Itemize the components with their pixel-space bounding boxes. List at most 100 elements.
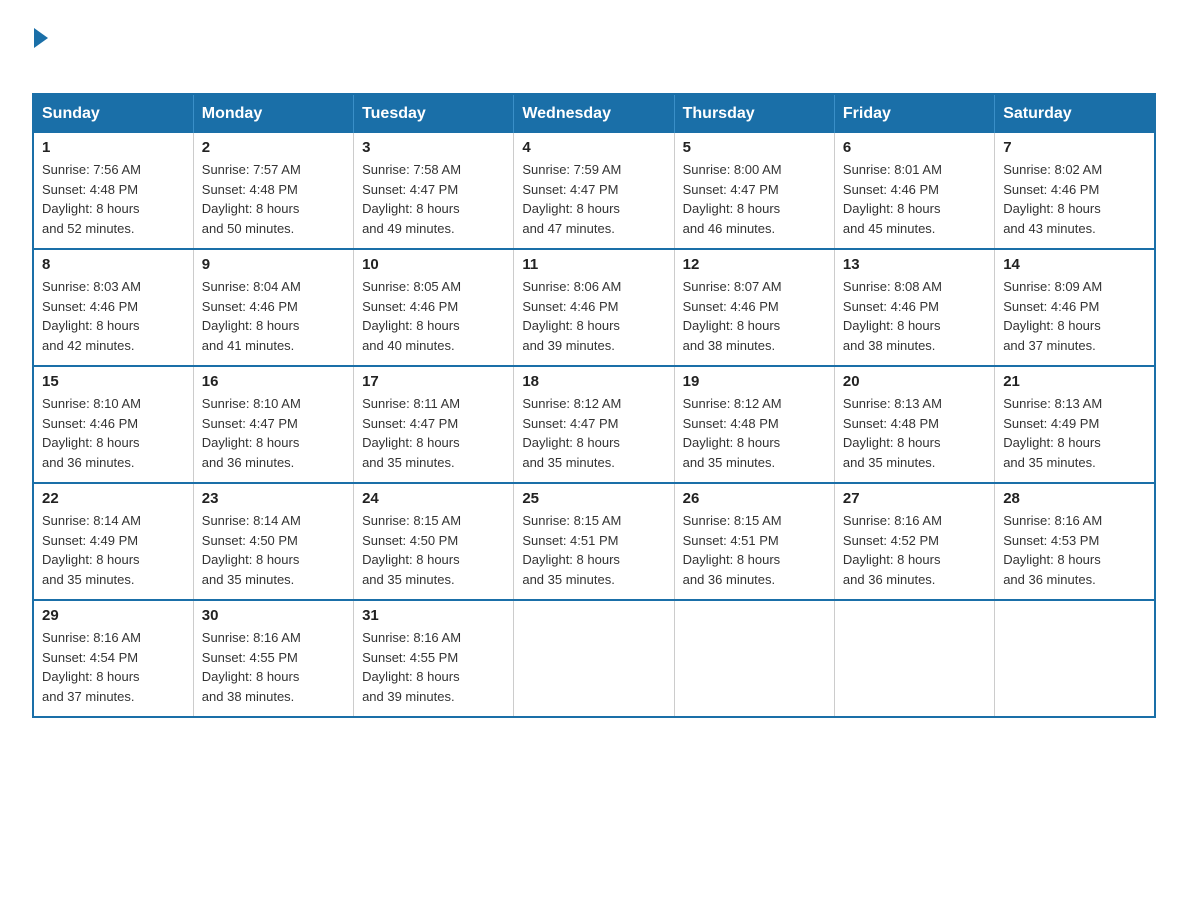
day-number: 7: [1003, 139, 1146, 156]
day-info: Sunrise: 8:16 AMSunset: 4:55 PMDaylight:…: [202, 628, 345, 706]
day-number: 17: [362, 373, 505, 390]
day-info: Sunrise: 8:09 AMSunset: 4:46 PMDaylight:…: [1003, 277, 1146, 355]
day-number: 19: [683, 373, 826, 390]
day-info: Sunrise: 8:15 AMSunset: 4:50 PMDaylight:…: [362, 511, 505, 589]
calendar-cell: 5Sunrise: 8:00 AMSunset: 4:47 PMDaylight…: [674, 133, 834, 249]
calendar-cell: 6 Sunrise: 8:01 AMSunset: 4:46 PMDaylight…: [834, 133, 994, 249]
calendar-cell: 3 Sunrise: 7:58 AMSunset: 4:47 PMDaylight…: [354, 133, 514, 249]
day-info: Sunrise: 8:15 AMSunset: 4:51 PMDaylight:…: [683, 511, 826, 589]
day-number: 13: [843, 256, 986, 273]
day-number: 30: [202, 607, 345, 624]
day-number: 31: [362, 607, 505, 624]
day-info: Sunrise: 8:00 AMSunset: 4:47 PMDaylight:…: [683, 160, 826, 238]
calendar-cell: 22 Sunrise: 8:14 AMSunset: 4:49 PMDayligh…: [33, 483, 193, 600]
day-number: 14: [1003, 256, 1146, 273]
day-number: 27: [843, 490, 986, 507]
calendar-cell: 20 Sunrise: 8:13 AMSunset: 4:48 PMDayligh…: [834, 366, 994, 483]
day-number: 21: [1003, 373, 1146, 390]
day-info: Sunrise: 8:13 AMSunset: 4:49 PMDaylight:…: [1003, 394, 1146, 472]
calendar-cell: [514, 600, 674, 717]
day-number: 16: [202, 373, 345, 390]
day-info: Sunrise: 8:01 AMSunset: 4:46 PMDaylight:…: [843, 160, 986, 238]
day-info: Sunrise: 8:16 AMSunset: 4:55 PMDaylight:…: [362, 628, 505, 706]
calendar-cell: [674, 600, 834, 717]
calendar-header-row: SundayMondayTuesdayWednesdayThursdayFrid…: [33, 94, 1155, 133]
day-info: Sunrise: 8:08 AMSunset: 4:46 PMDaylight:…: [843, 277, 986, 355]
day-info: Sunrise: 8:14 AMSunset: 4:49 PMDaylight:…: [42, 511, 185, 589]
day-info: Sunrise: 8:10 AMSunset: 4:47 PMDaylight:…: [202, 394, 345, 472]
day-info: Sunrise: 8:16 AMSunset: 4:52 PMDaylight:…: [843, 511, 986, 589]
day-info: Sunrise: 8:05 AMSunset: 4:46 PMDaylight:…: [362, 277, 505, 355]
day-number: 22: [42, 490, 185, 507]
calendar-cell: 12 Sunrise: 8:07 AMSunset: 4:46 PMDayligh…: [674, 249, 834, 366]
calendar-cell: 13 Sunrise: 8:08 AMSunset: 4:46 PMDayligh…: [834, 249, 994, 366]
day-info: Sunrise: 8:11 AMSunset: 4:47 PMDaylight:…: [362, 394, 505, 472]
calendar-cell: 16 Sunrise: 8:10 AMSunset: 4:47 PMDayligh…: [193, 366, 353, 483]
calendar-cell: 1 Sunrise: 7:56 AMSunset: 4:48 PMDaylight…: [33, 133, 193, 249]
day-info: Sunrise: 7:57 AMSunset: 4:48 PMDaylight:…: [202, 160, 345, 238]
page-header: [32, 24, 1156, 75]
calendar-cell: 27 Sunrise: 8:16 AMSunset: 4:52 PMDayligh…: [834, 483, 994, 600]
day-number: 18: [522, 373, 665, 390]
day-info: Sunrise: 8:12 AMSunset: 4:47 PMDaylight:…: [522, 394, 665, 472]
calendar-cell: 11 Sunrise: 8:06 AMSunset: 4:46 PMDayligh…: [514, 249, 674, 366]
day-number: 1: [42, 139, 185, 156]
day-number: 3: [362, 139, 505, 156]
weekday-header-thursday: Thursday: [674, 94, 834, 133]
calendar-cell: [834, 600, 994, 717]
calendar-cell: 9 Sunrise: 8:04 AMSunset: 4:46 PMDaylight…: [193, 249, 353, 366]
day-info: Sunrise: 7:59 AMSunset: 4:47 PMDaylight:…: [522, 160, 665, 238]
calendar-week-1: 1 Sunrise: 7:56 AMSunset: 4:48 PMDaylight…: [33, 133, 1155, 249]
calendar-cell: 29 Sunrise: 8:16 AMSunset: 4:54 PMDayligh…: [33, 600, 193, 717]
calendar-week-4: 22 Sunrise: 8:14 AMSunset: 4:49 PMDayligh…: [33, 483, 1155, 600]
day-info: Sunrise: 8:15 AMSunset: 4:51 PMDaylight:…: [522, 511, 665, 589]
day-info: Sunrise: 8:10 AMSunset: 4:46 PMDaylight:…: [42, 394, 185, 472]
calendar-week-3: 15 Sunrise: 8:10 AMSunset: 4:46 PMDayligh…: [33, 366, 1155, 483]
day-info: Sunrise: 8:16 AMSunset: 4:54 PMDaylight:…: [42, 628, 185, 706]
weekday-header-tuesday: Tuesday: [354, 94, 514, 133]
calendar-cell: 21 Sunrise: 8:13 AMSunset: 4:49 PMDayligh…: [995, 366, 1155, 483]
calendar-cell: 14 Sunrise: 8:09 AMSunset: 4:46 PMDayligh…: [995, 249, 1155, 366]
calendar-cell: 2 Sunrise: 7:57 AMSunset: 4:48 PMDaylight…: [193, 133, 353, 249]
day-info: Sunrise: 8:03 AMSunset: 4:46 PMDaylight:…: [42, 277, 185, 355]
weekday-header-monday: Monday: [193, 94, 353, 133]
calendar-cell: 17 Sunrise: 8:11 AMSunset: 4:47 PMDayligh…: [354, 366, 514, 483]
day-number: 20: [843, 373, 986, 390]
calendar-cell: 4 Sunrise: 7:59 AMSunset: 4:47 PMDaylight…: [514, 133, 674, 249]
day-number: 2: [202, 139, 345, 156]
calendar-table: SundayMondayTuesdayWednesdayThursdayFrid…: [32, 93, 1156, 718]
day-number: 9: [202, 256, 345, 273]
calendar-week-5: 29 Sunrise: 8:16 AMSunset: 4:54 PMDayligh…: [33, 600, 1155, 717]
day-number: 10: [362, 256, 505, 273]
calendar-cell: 26 Sunrise: 8:15 AMSunset: 4:51 PMDayligh…: [674, 483, 834, 600]
calendar-cell: 18 Sunrise: 8:12 AMSunset: 4:47 PMDayligh…: [514, 366, 674, 483]
day-info: Sunrise: 8:13 AMSunset: 4:48 PMDaylight:…: [843, 394, 986, 472]
calendar-cell: 10 Sunrise: 8:05 AMSunset: 4:46 PMDayligh…: [354, 249, 514, 366]
day-number: 24: [362, 490, 505, 507]
calendar-cell: 30 Sunrise: 8:16 AMSunset: 4:55 PMDayligh…: [193, 600, 353, 717]
day-number: 26: [683, 490, 826, 507]
day-info: Sunrise: 7:56 AMSunset: 4:48 PMDaylight:…: [42, 160, 185, 238]
day-info: Sunrise: 8:07 AMSunset: 4:46 PMDaylight:…: [683, 277, 826, 355]
day-info: Sunrise: 7:58 AMSunset: 4:47 PMDaylight:…: [362, 160, 505, 238]
day-number: 15: [42, 373, 185, 390]
day-number: 6: [843, 139, 986, 156]
day-number: 12: [683, 256, 826, 273]
day-number: 29: [42, 607, 185, 624]
calendar-cell: 28Sunrise: 8:16 AMSunset: 4:53 PMDayligh…: [995, 483, 1155, 600]
calendar-cell: 31 Sunrise: 8:16 AMSunset: 4:55 PMDayligh…: [354, 600, 514, 717]
day-number: 28: [1003, 490, 1146, 507]
day-info: Sunrise: 8:06 AMSunset: 4:46 PMDaylight:…: [522, 277, 665, 355]
calendar-cell: 19 Sunrise: 8:12 AMSunset: 4:48 PMDayligh…: [674, 366, 834, 483]
day-info: Sunrise: 8:04 AMSunset: 4:46 PMDaylight:…: [202, 277, 345, 355]
day-info: Sunrise: 8:12 AMSunset: 4:48 PMDaylight:…: [683, 394, 826, 472]
calendar-cell: 7Sunrise: 8:02 AMSunset: 4:46 PMDaylight…: [995, 133, 1155, 249]
day-number: 11: [522, 256, 665, 273]
logo: [32, 24, 48, 75]
calendar-cell: 15 Sunrise: 8:10 AMSunset: 4:46 PMDayligh…: [33, 366, 193, 483]
day-number: 4: [522, 139, 665, 156]
day-number: 23: [202, 490, 345, 507]
calendar-week-2: 8Sunrise: 8:03 AMSunset: 4:46 PMDaylight…: [33, 249, 1155, 366]
calendar-cell: 23Sunrise: 8:14 AMSunset: 4:50 PMDayligh…: [193, 483, 353, 600]
weekday-header-friday: Friday: [834, 94, 994, 133]
